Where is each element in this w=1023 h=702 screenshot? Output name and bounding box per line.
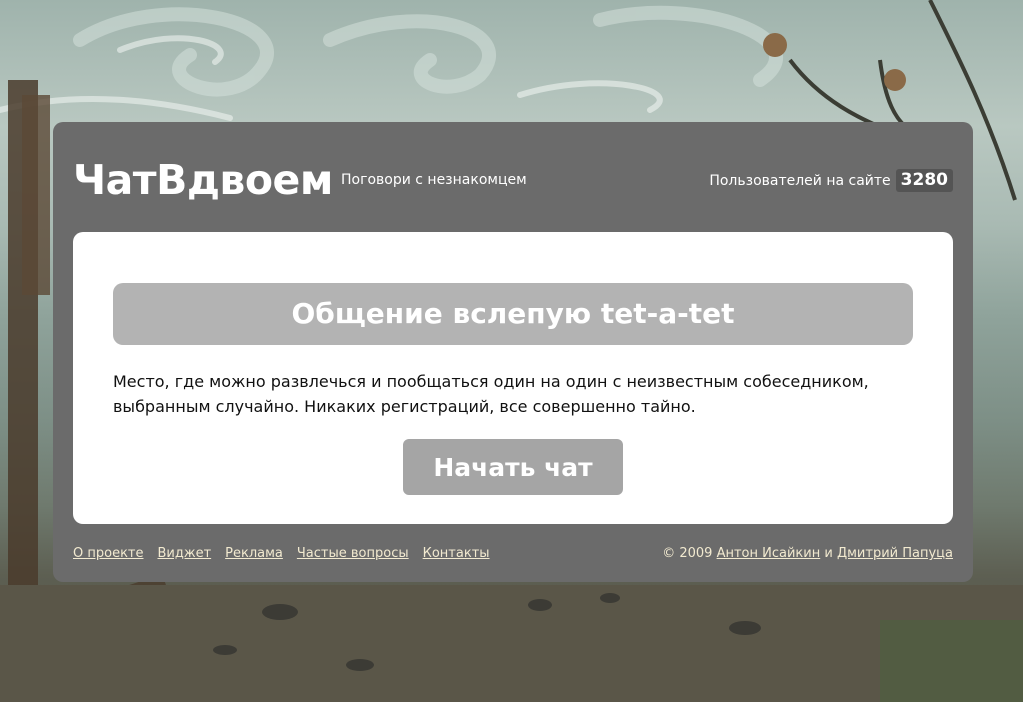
footer-link-faq[interactable]: Частые вопросы (297, 546, 409, 561)
site-tagline: Поговори с незнакомцем (341, 172, 527, 188)
credits-conjunction: и (824, 546, 833, 561)
online-users-count: 3280 (895, 169, 953, 192)
footer-link-widget[interactable]: Виджет (158, 546, 212, 561)
footer-nav: О проекте Виджет Реклама Частые вопросы … (73, 546, 490, 561)
online-users-label: Пользователей на сайте (709, 172, 891, 189)
site-logo[interactable]: ЧатВдвоем (73, 154, 333, 206)
intro-title: Общение вслепую tet-a-tet (113, 283, 913, 345)
footer-link-ads[interactable]: Реклама (225, 546, 283, 561)
start-chat-button[interactable]: Начать чат (403, 439, 623, 495)
footer-link-about[interactable]: О проекте (73, 546, 144, 561)
copyright-text: © 2009 (662, 546, 713, 561)
online-users: Пользователей на сайте 3280 (709, 169, 953, 192)
author-link-2[interactable]: Дмитрий Папуца (837, 546, 953, 561)
author-link-1[interactable]: Антон Исайкин (717, 546, 821, 561)
footer-link-contacts[interactable]: Контакты (423, 546, 490, 561)
intro-description: Место, где можно развлечься и пообщаться… (113, 372, 869, 416)
footer-credits: © 2009 Антон Исайкин и Дмитрий Папуца (662, 546, 953, 561)
main-panel: ЧатВдвоем Поговори с незнакомцем Пользов… (53, 122, 973, 582)
intro-card: Общение вслепую tet-a-tet Место, где мож… (73, 232, 953, 524)
